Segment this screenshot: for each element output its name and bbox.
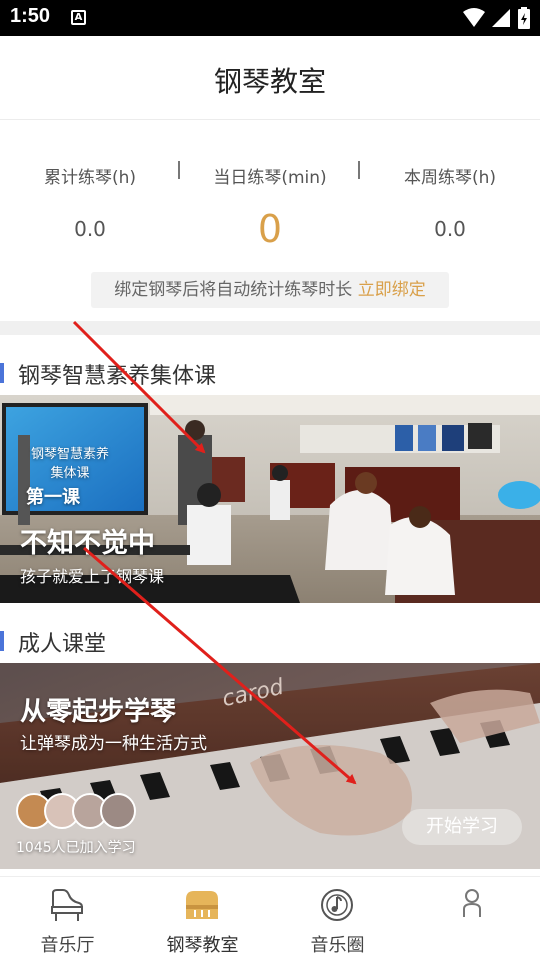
adult-class-section-header: 成人课堂	[0, 626, 540, 657]
tab-music-circle-label: 音乐圈	[310, 935, 365, 956]
signal-icon	[492, 9, 510, 27]
notification-a-icon: A	[71, 10, 86, 25]
adult-banner-subline: 让弹琴成为一种生活方式	[20, 734, 207, 754]
adult-banner-headline: 从零起步学琴	[20, 697, 177, 727]
group-class-banner[interactable]: 钢琴智慧素养集体课 第一课 不知不觉中 孩子就爱上了钢琴课	[0, 395, 540, 603]
bind-piano-hint: 绑定钢琴后将自动统计练琴时长 立即绑定	[91, 272, 449, 308]
avatar	[100, 793, 136, 829]
tab-piano-classroom[interactable]: 钢琴教室	[135, 877, 270, 960]
group-class-section-header: 钢琴智慧素养集体课	[0, 358, 540, 389]
weekly-practice-value: 0.0	[434, 217, 466, 241]
wifi-icon	[463, 8, 485, 27]
tab-music-hall[interactable]: 音乐厅	[0, 877, 135, 960]
bottom-tab-bar: 音乐厅 钢琴教室 音乐圈	[0, 876, 540, 960]
app-header: 钢琴教室	[0, 36, 540, 120]
tab-piano-classroom-label: 钢琴教室	[166, 935, 239, 956]
section-accent-bar	[0, 631, 4, 651]
group-banner-subline: 孩子就爱上了钢琴课	[20, 567, 165, 586]
adult-class-title: 成人课堂	[18, 632, 107, 657]
total-practice-value: 0.0	[74, 217, 106, 241]
tab-profile[interactable]	[405, 877, 540, 960]
bind-now-link[interactable]: 立即绑定	[358, 280, 426, 300]
practice-stats-panel: 累计练琴(h) 当日练琴(min) 本周练琴(h) 0.0 0 0.0 绑定钢琴…	[0, 121, 540, 321]
screen-course-title: 钢琴智慧素养集体课	[30, 447, 109, 481]
music-disc-icon	[321, 889, 353, 921]
grand-piano-icon	[51, 889, 84, 921]
group-banner-headline: 不知不觉中	[20, 528, 155, 559]
total-practice-label: 累计练琴(h)	[43, 168, 137, 188]
section-accent-bar	[0, 363, 4, 383]
battery-icon	[518, 7, 530, 29]
status-bar: 1:50 A	[0, 0, 540, 36]
page-title: 钢琴教室	[213, 65, 326, 98]
group-class-title: 钢琴智慧素养集体课	[18, 364, 217, 389]
bind-hint-text: 绑定钢琴后将自动统计练琴时长	[114, 280, 353, 300]
adult-class-banner[interactable]: carod 从零起步学琴 让弹琴成为一种生活方式 1045人已加入学习 开始学习	[0, 663, 540, 869]
tab-music-hall-label: 音乐厅	[40, 935, 95, 956]
daily-practice-label: 当日练琴(min)	[213, 168, 327, 188]
status-time: 1:50	[10, 5, 51, 27]
section-divider	[0, 321, 540, 335]
screen-lesson-label: 第一课	[26, 487, 80, 508]
daily-practice-value: 0	[257, 207, 283, 251]
weekly-practice-label: 本周练琴(h)	[403, 168, 497, 188]
tab-music-circle[interactable]: 音乐圈	[270, 877, 405, 960]
joined-count-text: 1045人已加入学习	[16, 840, 136, 856]
person-icon	[463, 889, 481, 917]
upright-piano-icon	[186, 891, 218, 919]
start-learning-button[interactable]: 开始学习	[402, 809, 522, 845]
learner-avatars	[16, 793, 146, 833]
